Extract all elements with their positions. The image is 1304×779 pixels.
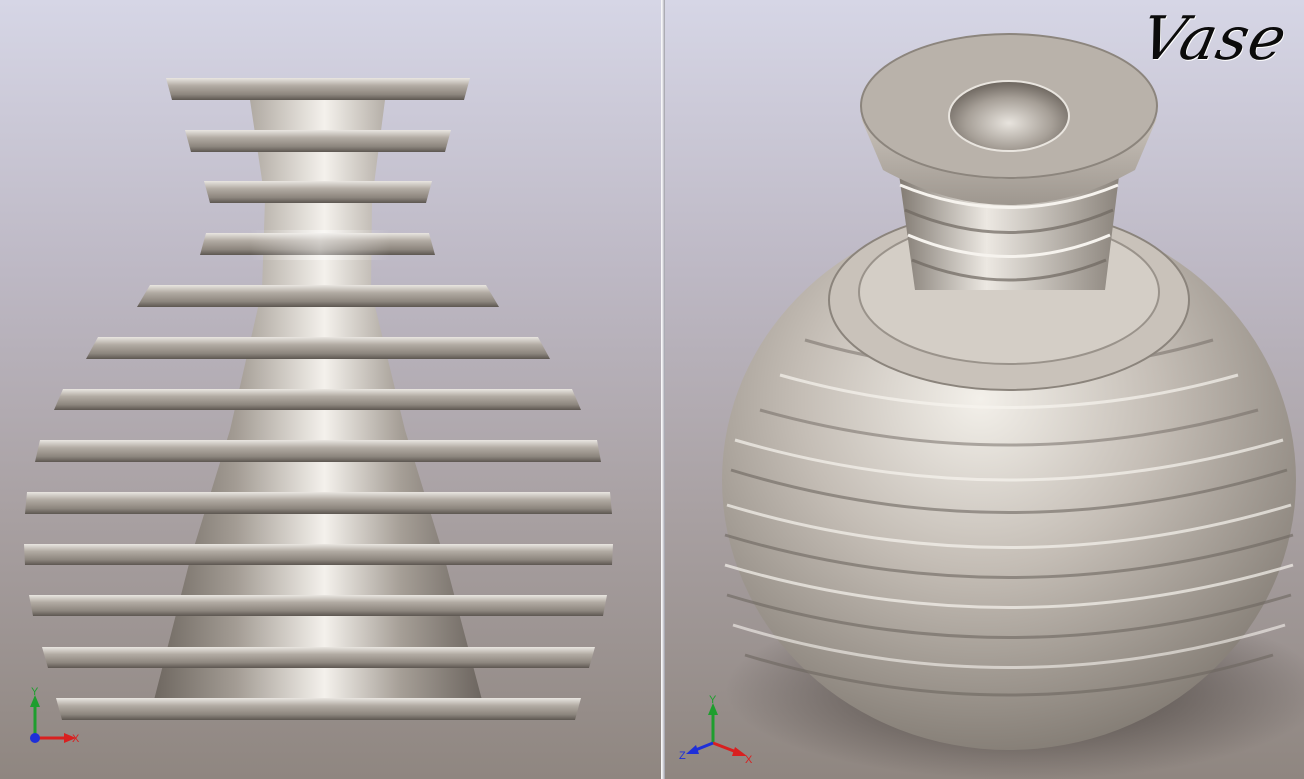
isometric-view-model: [722, 33, 1304, 779]
z-axis-label: Z: [679, 750, 686, 762]
axis-triad-isometric: Y X Z: [679, 695, 753, 765]
y-axis-label: Y: [709, 695, 717, 706]
title-label: Vase: [1134, 4, 1294, 74]
x-axis-label: X: [72, 733, 80, 745]
right-viewport[interactable]: Vase Y X Z: [665, 0, 1304, 779]
x-axis-label: X: [745, 754, 753, 765]
y-axis-label: Y: [31, 686, 39, 698]
front-view-model: [24, 78, 613, 720]
axis-triad-front: Y X: [30, 686, 80, 745]
left-viewport[interactable]: Y X: [0, 0, 661, 779]
